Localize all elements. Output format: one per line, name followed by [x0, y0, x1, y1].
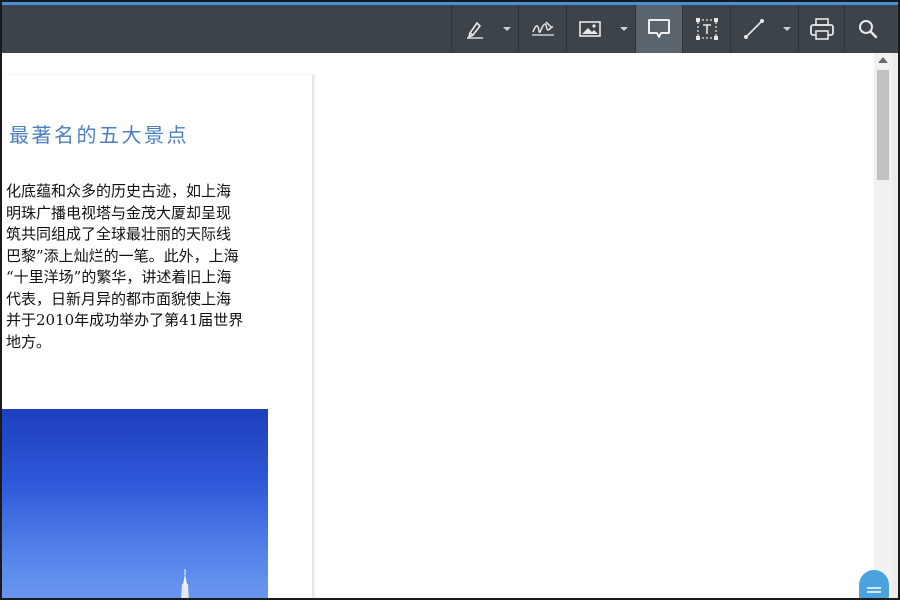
- paragraph: 化底蕴和众多的历史古迹，如上海 明珠广播电视塔与金茂大厦却呈现 筑共同组成了全球…: [6, 181, 268, 353]
- paragraph-line: 并于2010年成功举办了第41届世界: [6, 311, 244, 329]
- print-tool-button[interactable]: [798, 5, 844, 53]
- search-icon: [858, 20, 877, 39]
- textbox-tool-button[interactable]: [682, 5, 730, 53]
- paragraph-line: 明珠广播电视塔与金茂大厦却呈现: [6, 203, 232, 222]
- image-icon: [578, 21, 601, 37]
- chevron-down-icon: [783, 27, 791, 31]
- floating-action-button[interactable]: [859, 570, 889, 598]
- pen-icon: [466, 21, 483, 39]
- paragraph-line: “十里洋场”的繁华，讲述着旧上海: [6, 268, 232, 286]
- textbox-icon: [695, 18, 718, 40]
- comment-icon: [648, 19, 670, 38]
- app-window: 注释 最著名的五大景点 化底蕴和众多的历史古迹，如上海 明珠广播电视塔与金茂大厦…: [0, 0, 900, 600]
- paragraph-line: 化底蕴和众多的历史古迹，如上海: [6, 182, 232, 200]
- paragraph-line: 地方。: [6, 332, 52, 351]
- paragraph-line: 筑共同组成了全球最壮丽的天际线: [6, 225, 232, 243]
- line-icon: [743, 19, 764, 39]
- tower-spire-image: [181, 569, 189, 598]
- side-gutter: [892, 53, 898, 598]
- scroll-thumb[interactable]: [877, 70, 889, 180]
- pen-tool-dropdown[interactable]: [497, 5, 517, 53]
- annotation-toolbar: [2, 2, 898, 53]
- chevron-down-icon: [620, 27, 628, 31]
- pen-tool-button[interactable]: [451, 5, 497, 53]
- signature-icon: [531, 21, 554, 36]
- page-title: 最著名的五大景点: [9, 123, 189, 147]
- search-tool-button[interactable]: [844, 5, 890, 53]
- image-tool-dropdown[interactable]: [614, 5, 634, 53]
- signature-tool-button[interactable]: [518, 5, 566, 53]
- comment-tool-button[interactable]: [635, 5, 682, 53]
- city-photo: [2, 409, 268, 598]
- document-page: 最著名的五大景点 化底蕴和众多的历史古迹，如上海 明珠广播电视塔与金茂大厦却呈现…: [2, 75, 313, 598]
- paragraph-line: 代表，日新月异的都市面貌使上海: [6, 289, 232, 308]
- document-viewport[interactable]: 最著名的五大景点 化底蕴和众多的历史古迹，如上海 明珠广播电视塔与金茂大厦却呈现…: [2, 53, 874, 598]
- chevron-down-icon: [503, 27, 511, 31]
- print-icon: [809, 18, 834, 40]
- image-tool-button[interactable]: [566, 5, 612, 53]
- line-tool-button[interactable]: [730, 5, 776, 53]
- stack-icon: [867, 587, 881, 593]
- paragraph-line: 巴黎”添上灿烂的一笔。此外，上海: [6, 246, 239, 265]
- line-tool-dropdown[interactable]: [777, 5, 797, 53]
- vertical-scrollbar[interactable]: [874, 53, 892, 598]
- scroll-up-arrow-icon[interactable]: [878, 57, 888, 63]
